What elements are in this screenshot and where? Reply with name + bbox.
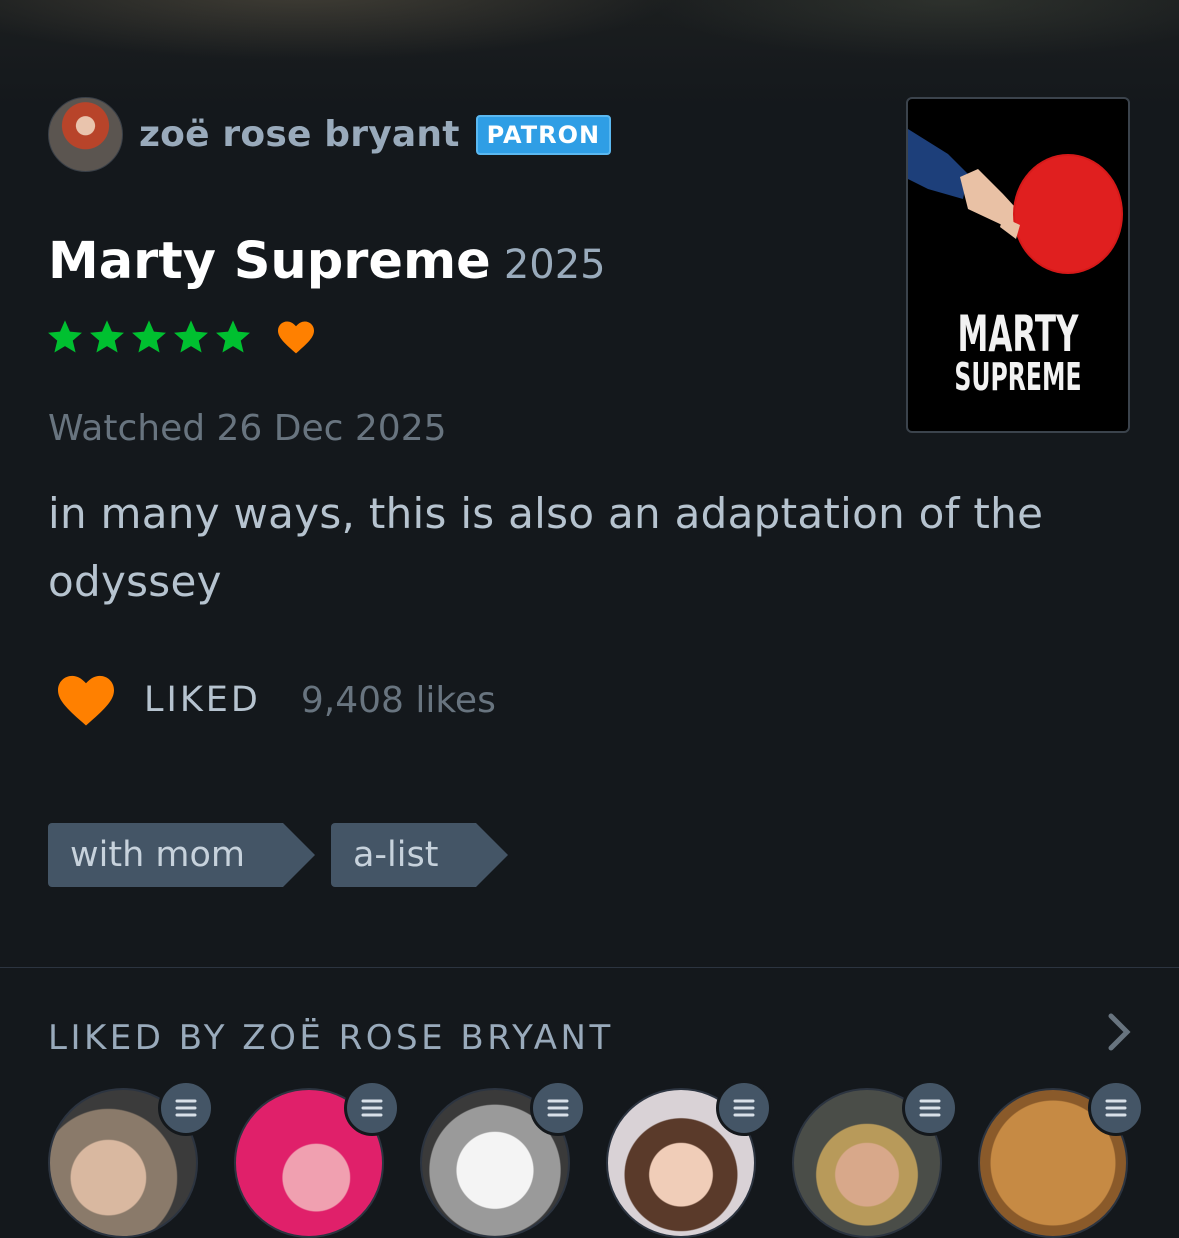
tag-list: with mom a-list	[48, 823, 524, 887]
author-name[interactable]: zoë rose bryant	[139, 114, 460, 155]
tag-chip[interactable]: a-list	[330, 823, 510, 887]
like-review-row[interactable]: LIKED 9,408 likes	[54, 660, 496, 740]
review-author[interactable]: zoë rose bryant PATRON	[48, 97, 612, 172]
list-icon	[902, 1080, 958, 1136]
star-icon	[216, 320, 250, 353]
film-poster[interactable]: MARTY SUPREME	[906, 97, 1130, 433]
star-icon	[48, 320, 82, 353]
backdrop-image	[0, 0, 1179, 110]
film-year[interactable]: 2025	[504, 242, 606, 288]
chevron-right-icon[interactable]	[1103, 1012, 1133, 1052]
liked-by-title[interactable]: LIKED BY ZOË ROSE BRYANT	[48, 1018, 614, 1058]
member-avatar[interactable]	[48, 1080, 214, 1238]
liked-heart-icon	[278, 321, 314, 354]
watched-date: Watched 26 Dec 2025	[48, 408, 447, 449]
member-avatar[interactable]	[978, 1080, 1144, 1238]
heart-icon[interactable]	[54, 672, 118, 728]
poster-title-line2: SUPREME	[954, 355, 1082, 399]
star-icon	[90, 320, 124, 353]
section-divider	[0, 967, 1179, 968]
member-avatar[interactable]	[606, 1080, 772, 1238]
film-title[interactable]: Marty Supreme	[48, 232, 491, 291]
list-icon	[716, 1080, 772, 1136]
list-icon	[1088, 1080, 1144, 1136]
liked-by-list	[48, 1080, 1179, 1238]
list-icon	[344, 1080, 400, 1136]
star-icon	[132, 320, 166, 353]
author-avatar[interactable]	[48, 97, 123, 172]
film-heading[interactable]: Marty Supreme 2025	[48, 232, 606, 291]
likes-count[interactable]: 9,408 likes	[301, 680, 496, 721]
review-text: in many ways, this is also an adaptation…	[48, 489, 1044, 606]
member-avatar[interactable]	[420, 1080, 586, 1238]
patron-badge: PATRON	[475, 114, 612, 155]
member-avatar[interactable]	[234, 1080, 400, 1238]
rating-row	[46, 318, 316, 356]
member-avatar[interactable]	[792, 1080, 958, 1238]
list-icon	[530, 1080, 586, 1136]
star-icon	[174, 320, 208, 353]
tag-chip[interactable]: with mom	[48, 823, 315, 887]
list-icon	[158, 1080, 214, 1136]
liked-label[interactable]: LIKED	[144, 680, 261, 720]
